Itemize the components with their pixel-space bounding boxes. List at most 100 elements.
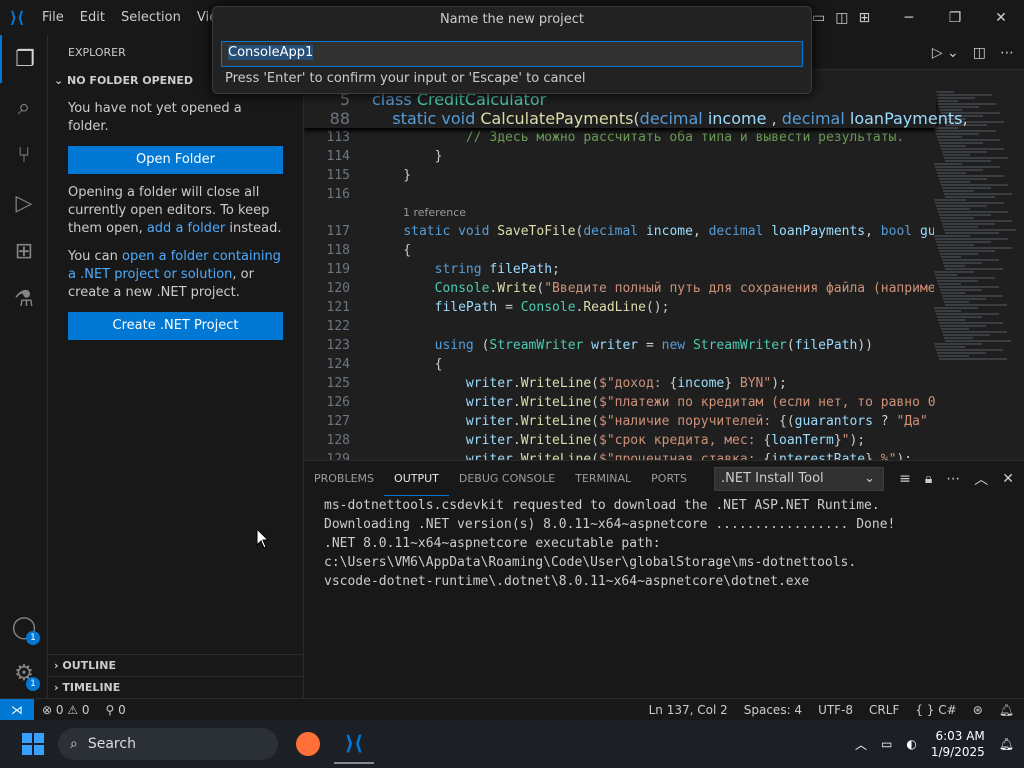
settings-gear-icon[interactable]: ⚙ 1	[0, 649, 48, 697]
menu-edit[interactable]: Edit	[72, 10, 113, 25]
code-line[interactable]: 117 static void SaveToFile(decimal incom…	[304, 222, 944, 241]
code-line[interactable]: 122	[304, 317, 936, 336]
timeline-section-header[interactable]: › TIMELINE	[48, 676, 304, 698]
code-line[interactable]: 120 Console.Write("Введите полный путь д…	[304, 279, 944, 298]
code-token: ,	[962, 109, 973, 128]
clock[interactable]: 6:03 AM 1/9/2025	[931, 728, 985, 760]
create-dotnet-project-button[interactable]: Create .NET Project	[68, 312, 283, 340]
source-control-icon[interactable]: ⑂	[0, 131, 48, 179]
more-actions-icon[interactable]: ⋯	[946, 471, 960, 487]
testing-icon[interactable]: ⚗	[0, 275, 48, 323]
problems-status[interactable]: ⊗ 0 ⚠ 0	[42, 703, 90, 717]
code-line[interactable]: 114 }	[304, 147, 936, 166]
code-token: loanPayments	[849, 109, 963, 128]
code-line[interactable]: 128 writer.WriteLine($"срок кредита, мес…	[304, 431, 936, 450]
line-number: 114	[326, 149, 350, 164]
code-line[interactable]: 126 writer.WriteLine($"платежи по кредит…	[304, 393, 936, 412]
code-token: }	[833, 433, 842, 448]
code-line[interactable]: 88 static void CalculatePayments(decimal…	[304, 109, 968, 128]
taskbar-search[interactable]: ⌕ Search	[58, 728, 278, 760]
panel-tab-terminal[interactable]: TERMINAL	[565, 461, 641, 496]
chevron-down-icon: ⌄	[54, 74, 68, 87]
minimap-line	[945, 268, 1003, 270]
code-line[interactable]: 115 }	[304, 166, 936, 185]
run-debug-icon[interactable]: ▷	[0, 179, 48, 227]
code-line[interactable]: 118 {	[304, 241, 936, 260]
panel-tab-debug-console[interactable]: DEBUG CONSOLE	[449, 461, 565, 496]
code-lens-references[interactable]: 1 reference	[304, 204, 936, 222]
minimap-line	[945, 160, 991, 162]
code-line[interactable]: 123 using (StreamWriter writer = new Str…	[304, 336, 936, 355]
language-mode[interactable]: { } C#	[915, 703, 956, 717]
maximize-panel-icon[interactable]: ︿	[974, 469, 988, 489]
code-line[interactable]: 127 writer.WriteLine($"наличие поручител…	[304, 412, 936, 431]
code-line[interactable]: 119 string filePath;	[304, 260, 936, 279]
more-actions-icon[interactable]: ⋯	[1000, 45, 1014, 61]
remote-indicator-icon[interactable]: ⋊	[0, 698, 34, 721]
outline-section-header[interactable]: › OUTLINE	[48, 654, 304, 676]
panel-tab-ports[interactable]: PORTS	[641, 461, 697, 496]
extensions-icon[interactable]: ⊞	[0, 227, 48, 275]
code-token: writer	[591, 338, 639, 353]
encoding[interactable]: UTF-8	[818, 703, 853, 717]
add-folder-link[interactable]: add a folder	[147, 221, 225, 236]
show-hidden-icons-icon[interactable]: ︿	[855, 736, 867, 753]
vscode-taskbar-icon[interactable]: ⟩⟨	[334, 724, 374, 764]
notifications-bell-icon[interactable]: 🔔︎	[999, 703, 1014, 717]
code-line[interactable]: 124 {	[304, 355, 936, 374]
menu-file[interactable]: File	[34, 10, 72, 25]
status-bar: ⋊ ⊗ 0 ⚠ 0 ⚲ 0 Ln 137, Col 2 Spaces: 4 UT…	[0, 698, 1024, 721]
minimap-line	[936, 205, 987, 207]
code-token: {	[372, 243, 412, 258]
minimap-line	[939, 106, 979, 108]
copilot-icon[interactable]: ⊛	[973, 703, 983, 717]
ports-status[interactable]: ⚲ 0	[106, 703, 126, 717]
split-editor-icon[interactable]: ◫	[973, 45, 986, 61]
firefox-icon[interactable]	[288, 724, 328, 764]
toggle-secondary-sidebar-icon[interactable]: ◫	[835, 10, 848, 26]
minimap[interactable]	[934, 90, 1016, 390]
minimap-line	[945, 304, 1007, 306]
minimap-line	[943, 154, 970, 156]
windows-start-icon[interactable]	[12, 723, 54, 765]
code-token: static void	[392, 109, 481, 128]
cursor-position[interactable]: Ln 137, Col 2	[649, 703, 728, 717]
minimap-line	[942, 187, 991, 189]
search-icon[interactable]: ⌕	[0, 83, 48, 131]
volume-icon[interactable]: ◐	[906, 737, 916, 751]
dotnet-hint: You can open a folder containing a .NET …	[68, 248, 283, 302]
code-line[interactable]: 113 // Здесь можно рассчитать оба типа и…	[304, 128, 936, 147]
code-lines[interactable]: 113 // Здесь можно рассчитать оба типа и…	[304, 128, 944, 460]
open-folder-button[interactable]: Open Folder	[68, 146, 283, 174]
close-window-button[interactable]: ✕	[978, 0, 1024, 35]
code-line[interactable]: 125 writer.WriteLine($"доход: {income} B…	[304, 374, 936, 393]
minimap-line	[934, 199, 966, 201]
toggle-panel-icon[interactable]: ▭	[812, 10, 825, 26]
code-editor[interactable]: ▷ ⌄ ◫ ⋯ 5 class CreditCalculator 88 static…	[304, 35, 1024, 460]
maximize-button[interactable]: ❐	[932, 0, 978, 35]
panel-tab-problems[interactable]: PROBLEMS	[304, 461, 384, 496]
minimap-line	[937, 208, 970, 210]
lock-scroll-icon[interactable]: 🔒︎	[925, 471, 932, 487]
output-channel-select[interactable]: .NET Install Tool ⌄	[714, 467, 884, 491]
code-token: }	[724, 376, 733, 391]
run-icon[interactable]: ▷ ⌄	[932, 45, 959, 61]
panel-tab-output[interactable]: OUTPUT	[384, 461, 449, 496]
explorer-icon[interactable]: ❐	[0, 35, 48, 83]
accounts-icon[interactable]: ◯ 1	[0, 603, 48, 651]
close-panel-icon[interactable]: ✕	[1002, 471, 1014, 487]
network-icon[interactable]: ▭	[881, 737, 892, 751]
code-line[interactable]: 116	[304, 185, 936, 204]
project-name-input[interactable]: ConsoleApp1	[221, 41, 803, 67]
menu-selection[interactable]: Selection	[113, 10, 189, 25]
code-line[interactable]: 129 writer.WriteLine($"процентная ставка…	[304, 450, 936, 460]
minimize-button[interactable]: ─	[886, 0, 932, 35]
customize-layout-icon[interactable]: ⊞	[858, 10, 870, 26]
code-line[interactable]: 121 filePath = Console.ReadLine();	[304, 298, 936, 317]
end-of-line[interactable]: CRLF	[869, 703, 899, 717]
notification-icon[interactable]: 🔔︎	[999, 737, 1014, 751]
clear-output-icon[interactable]: ≡	[899, 471, 911, 487]
indentation[interactable]: Spaces: 4	[744, 703, 802, 717]
